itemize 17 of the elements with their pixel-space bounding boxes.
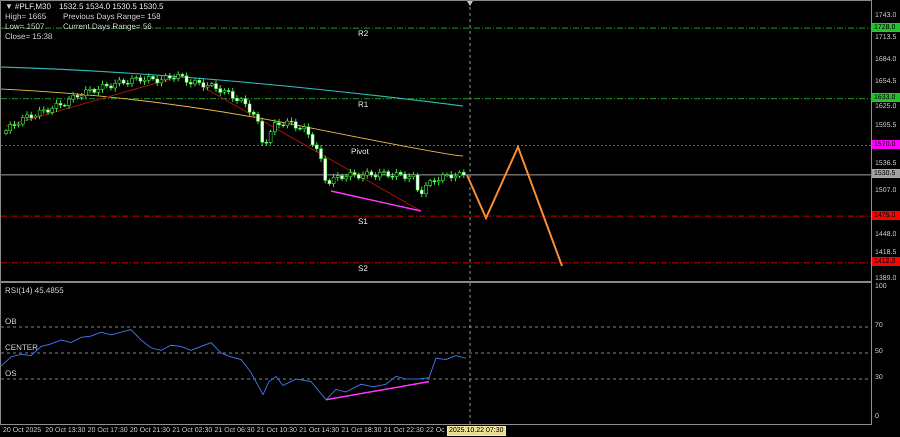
collapse-toggle[interactable]: ▼ [5,3,13,11]
info-text: Low= 1507 [5,23,46,31]
rsi-level-label: OS [5,370,17,378]
level-label: Pivot [351,148,369,156]
cursor-marker-icon [467,1,473,6]
info-text: Previous Days Range= 158 [63,13,161,21]
level-label: R2 [358,30,368,38]
rsi-level-label: OB [5,318,17,326]
info-text: High= 1665 [5,13,48,21]
level-label: R1 [358,100,368,109]
level-label: S2 [358,264,368,273]
rsi-level-label: CENTER [5,344,38,352]
symbol-title: #PLF,M30 [14,3,51,11]
ohlc-values: 1532.5 1534.0 1530.5 1530.5 [58,3,164,11]
rsi-title: RSI(14) 45.4855 [5,287,64,295]
level-label: S1 [358,218,368,226]
info-text: Close= 15:38 [5,33,54,41]
